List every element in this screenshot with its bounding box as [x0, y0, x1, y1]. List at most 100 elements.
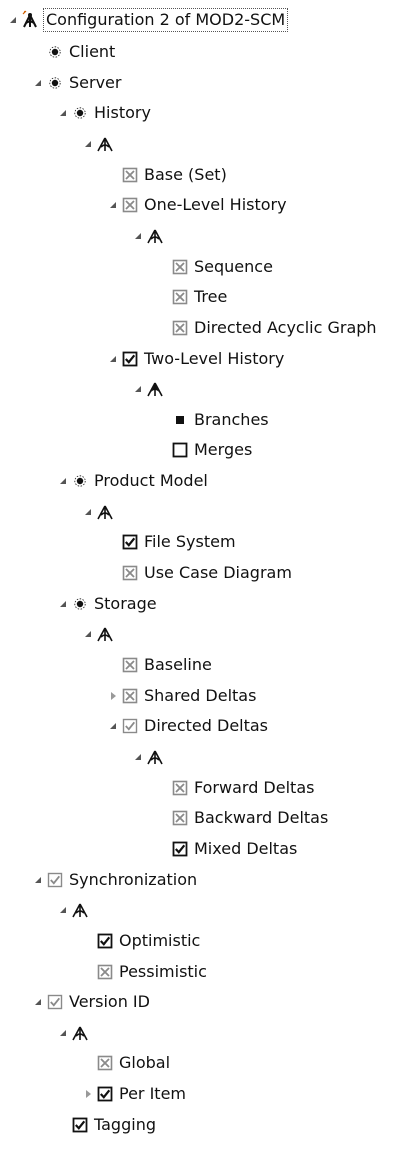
expand-toggle-icon[interactable] — [31, 866, 45, 894]
tree-node[interactable]: Storage — [56, 590, 157, 618]
tree-node[interactable]: Sequence — [156, 253, 273, 281]
collapse-toggle-icon[interactable] — [81, 1080, 95, 1108]
tree-node-label: Merges — [194, 440, 253, 460]
tree-node-label: History — [94, 103, 151, 123]
checkbox-crossed-icon[interactable] — [170, 253, 190, 281]
tree-node[interactable]: Tagging — [56, 1111, 156, 1139]
expand-toggle-icon[interactable] — [106, 191, 120, 219]
expand-toggle-icon[interactable] — [31, 988, 45, 1016]
tree-node-label: Client — [69, 42, 116, 61]
checkbox-checked-icon[interactable] — [170, 835, 190, 863]
tree-group-node[interactable] — [56, 1019, 94, 1047]
tree-node[interactable]: Tree — [156, 283, 227, 311]
expand-toggle-icon[interactable] — [56, 99, 70, 127]
expand-toggle-icon[interactable] — [81, 130, 95, 158]
expand-toggle-icon[interactable] — [56, 467, 70, 495]
tree-node[interactable]: Baseline — [106, 651, 212, 679]
expand-toggle-icon[interactable] — [81, 620, 95, 648]
tree-node[interactable]: Pessimistic — [81, 958, 207, 986]
checkbox-partial-icon[interactable] — [170, 406, 190, 434]
checkbox-checked-gray-icon[interactable] — [45, 988, 65, 1016]
tree-node[interactable]: Use Case Diagram — [106, 559, 292, 587]
tree-group-node[interactable] — [131, 222, 169, 250]
expand-toggle-icon[interactable] — [131, 375, 145, 403]
tree-group-node[interactable] — [81, 498, 119, 526]
or-group-icon — [145, 375, 165, 403]
tree-node[interactable]: Mixed Deltas — [156, 835, 297, 863]
tree-root-node[interactable]: Configuration 2 of MOD2-SCM — [6, 6, 289, 34]
checkbox-crossed-icon[interactable] — [120, 191, 140, 219]
tree-node[interactable]: Base (Set) — [106, 161, 227, 189]
tree-node-label: Tagging — [94, 1114, 156, 1134]
tree-node-label: Forward Deltas — [194, 777, 315, 797]
expand-toggle-icon[interactable] — [31, 69, 45, 97]
expand-toggle-icon[interactable] — [131, 743, 145, 771]
checkbox-crossed-icon[interactable] — [120, 161, 140, 189]
tree-node[interactable]: Directed Acyclic Graph — [156, 314, 377, 342]
checkbox-crossed-icon[interactable] — [120, 559, 140, 587]
tree-node-label: Per Item — [119, 1084, 187, 1104]
tree-node-label: Shared Deltas — [144, 685, 257, 705]
tree-node-label: Use Case Diagram — [144, 563, 292, 583]
tree-node[interactable]: Version ID — [31, 988, 150, 1016]
expand-toggle-icon[interactable] — [56, 896, 70, 924]
expand-toggle-icon[interactable] — [131, 222, 145, 250]
tree-node-label: Two-Level History — [144, 348, 285, 368]
tree-node[interactable]: Forward Deltas — [156, 774, 314, 802]
tree-node[interactable]: Optimistic — [81, 927, 200, 955]
expand-toggle-icon[interactable] — [56, 1019, 70, 1047]
checkbox-empty-icon[interactable] — [170, 436, 190, 464]
tree-node[interactable]: Global — [81, 1049, 170, 1077]
tree-group-node[interactable] — [56, 896, 94, 924]
feature-model-root-icon — [20, 6, 40, 34]
tree-node[interactable]: Shared Deltas — [106, 682, 256, 710]
checkbox-crossed-icon[interactable] — [170, 804, 190, 832]
tree-node[interactable]: File System — [106, 528, 236, 556]
tree-node[interactable]: Client — [31, 38, 115, 66]
checkbox-checked-icon[interactable] — [120, 528, 140, 556]
checkbox-checked-icon[interactable] — [70, 1111, 90, 1139]
checkbox-checked-gray-icon[interactable] — [120, 712, 140, 740]
checkbox-crossed-icon[interactable] — [120, 651, 140, 679]
tree-group-node[interactable] — [131, 375, 169, 403]
expand-toggle-icon[interactable] — [106, 345, 120, 373]
tree-node-label: Baseline — [144, 655, 212, 674]
collapse-toggle-icon[interactable] — [106, 682, 120, 710]
tree-group-node[interactable] — [131, 743, 169, 771]
checkbox-checked-gray-icon[interactable] — [45, 866, 65, 894]
tree-node[interactable]: Synchronization — [31, 866, 197, 894]
checkbox-checked-icon[interactable] — [95, 1080, 115, 1108]
tree-node[interactable]: Branches — [156, 406, 269, 434]
checkbox-crossed-icon[interactable] — [170, 774, 190, 802]
expand-toggle-icon[interactable] — [6, 6, 20, 34]
checkbox-checked-icon[interactable] — [120, 345, 140, 373]
tree-node[interactable]: History — [56, 99, 151, 127]
checkbox-crossed-icon[interactable] — [95, 958, 115, 986]
tree-node[interactable]: Product Model — [56, 467, 208, 495]
expand-toggle-icon[interactable] — [56, 590, 70, 618]
tree-node[interactable]: Two-Level History — [106, 345, 284, 373]
checkbox-crossed-icon[interactable] — [170, 314, 190, 342]
checkbox-crossed-icon[interactable] — [95, 1049, 115, 1077]
checkbox-crossed-icon[interactable] — [120, 682, 140, 710]
tree-node-label: Sequence — [194, 256, 273, 276]
tree-node-label: Storage — [94, 593, 157, 613]
expand-toggle-icon[interactable] — [81, 498, 95, 526]
tree-node[interactable]: Backward Deltas — [156, 804, 328, 832]
tree-node[interactable]: Directed Deltas — [106, 712, 268, 740]
alternative-group-icon — [145, 222, 165, 250]
checkbox-checked-icon[interactable] — [95, 927, 115, 955]
tree-node-label: Tree — [194, 287, 228, 307]
tree-group-node[interactable] — [81, 130, 119, 158]
checkbox-crossed-icon[interactable] — [170, 283, 190, 311]
expand-toggle-icon[interactable] — [106, 712, 120, 740]
tree-node[interactable]: Per Item — [81, 1080, 186, 1108]
tree-node[interactable]: One-Level History — [106, 191, 287, 219]
tree-group-node[interactable] — [81, 620, 119, 648]
tree-node[interactable]: Server — [31, 69, 121, 97]
tree-node[interactable]: Merges — [156, 436, 252, 464]
